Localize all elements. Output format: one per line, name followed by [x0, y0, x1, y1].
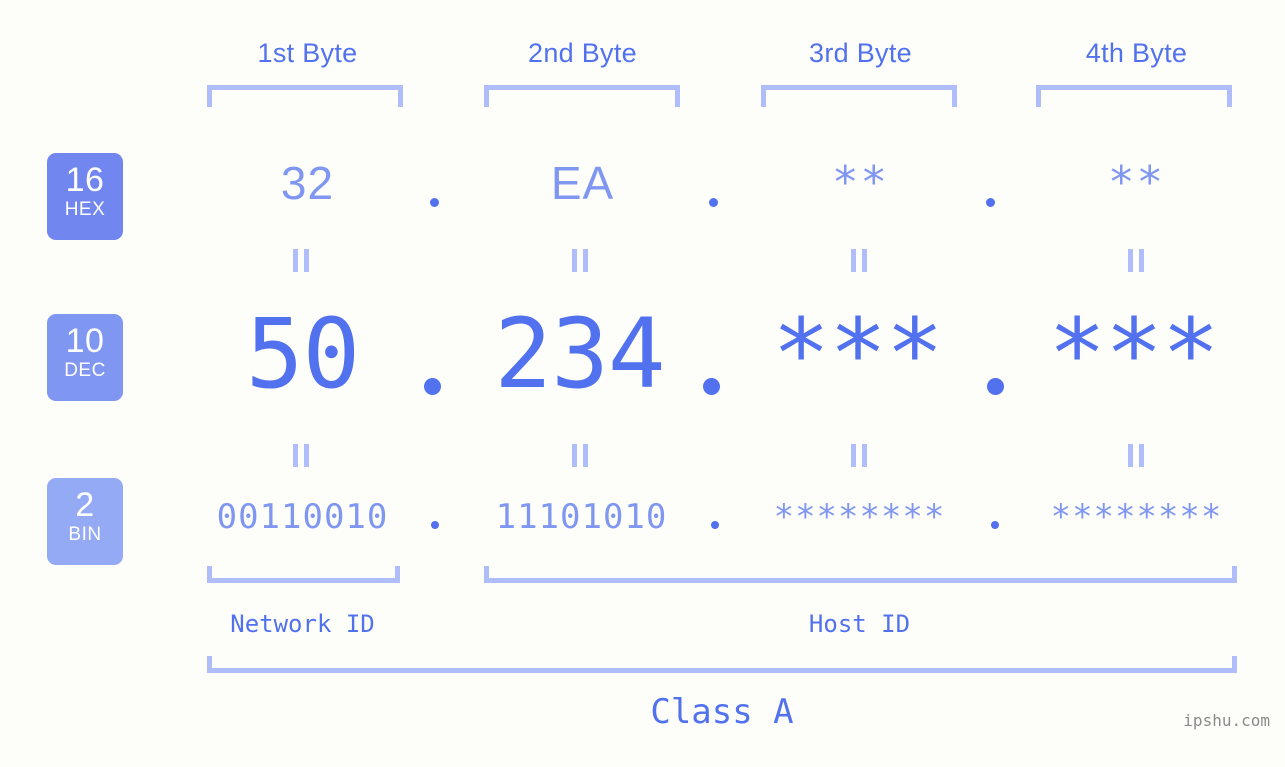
bracket-tick-left [484, 90, 489, 107]
ip-byte-diagram: 1st Byte 2nd Byte 3rd Byte 4th Byte 16 H… [0, 0, 1285, 767]
base-badge-dec-label: DEC [64, 360, 106, 381]
hex-dot-separator-3 [986, 198, 995, 207]
base-badge-bin-label: BIN [68, 524, 102, 545]
bracket-tick-left [484, 566, 489, 583]
byte-bracket-2 [484, 85, 680, 107]
bracket-tick-right [675, 90, 680, 107]
bracket-tick-right [1227, 90, 1232, 107]
bracket-tick-right [398, 90, 403, 107]
equals-separator-hex-dec-1 [293, 249, 310, 272]
equals-separator-dec-bin-4 [1128, 444, 1145, 467]
bracket-tick-left [761, 90, 766, 107]
network-id-label: Network ID [230, 610, 375, 638]
class-bracket [207, 656, 1237, 673]
base-badge-hex-label: HEX [64, 199, 106, 220]
dec-byte-4-value: *** [1048, 298, 1219, 410]
byte-header-1: 1st Byte [257, 38, 358, 68]
base-badge-dec-number: 10 [65, 322, 105, 360]
byte-header-4: 4th Byte [1085, 38, 1188, 68]
network-id-bracket [207, 566, 400, 583]
dec-dot-separator-1 [424, 378, 441, 395]
bin-byte-1-value: 00110010 [216, 497, 389, 537]
bin-byte-2-value: 11101010 [495, 497, 668, 537]
equals-separator-dec-bin-1 [293, 444, 310, 467]
equals-separator-hex-dec-2 [572, 249, 589, 272]
bin-dot-separator-2 [711, 521, 719, 529]
byte-bracket-4 [1036, 85, 1232, 107]
bracket-tick-left [207, 656, 212, 673]
byte-header-3: 3rd Byte [809, 38, 912, 68]
base-badge-hex-number: 16 [65, 161, 105, 199]
byte-bracket-1 [207, 85, 403, 107]
host-id-bracket [484, 566, 1237, 583]
bracket-tick-right [395, 566, 400, 583]
dec-byte-2-value: 234 [494, 298, 665, 410]
dec-dot-separator-3 [987, 378, 1004, 395]
watermark: ipshu.com [1183, 711, 1270, 730]
bin-dot-separator-1 [431, 521, 439, 529]
dec-byte-3-value: *** [772, 298, 943, 410]
hex-byte-4-value: ** [1108, 157, 1165, 208]
bracket-tick-right [1232, 656, 1237, 673]
hex-byte-2-value: EA [550, 157, 615, 209]
bracket-tick-right [952, 90, 957, 107]
hex-byte-3-value: ** [832, 157, 889, 208]
bracket-tick-left [207, 90, 212, 107]
base-badge-bin-number: 2 [75, 486, 95, 524]
base-badge-dec: 10 DEC [47, 314, 123, 401]
bracket-tick-right [1232, 566, 1237, 583]
bin-dot-separator-3 [991, 521, 999, 529]
host-id-label: Host ID [808, 610, 911, 638]
class-label: Class A [650, 692, 794, 732]
bracket-tick-left [1036, 90, 1041, 107]
equals-separator-dec-bin-2 [572, 444, 589, 467]
equals-separator-hex-dec-4 [1128, 249, 1145, 272]
hex-dot-separator-2 [709, 198, 718, 207]
byte-header-2: 2nd Byte [528, 38, 637, 68]
bin-byte-4-value: ******** [1050, 497, 1223, 537]
bin-byte-3-value: ******** [773, 497, 946, 537]
hex-byte-1-value: 32 [280, 157, 335, 209]
bracket-tick-left [207, 566, 212, 583]
dec-byte-1-value: 50 [245, 298, 361, 410]
equals-separator-dec-bin-3 [851, 444, 868, 467]
base-badge-bin: 2 BIN [47, 478, 123, 565]
byte-bracket-3 [761, 85, 957, 107]
equals-separator-hex-dec-3 [851, 249, 868, 272]
hex-dot-separator-1 [430, 198, 439, 207]
base-badge-hex: 16 HEX [47, 153, 123, 240]
dec-dot-separator-2 [703, 378, 720, 395]
